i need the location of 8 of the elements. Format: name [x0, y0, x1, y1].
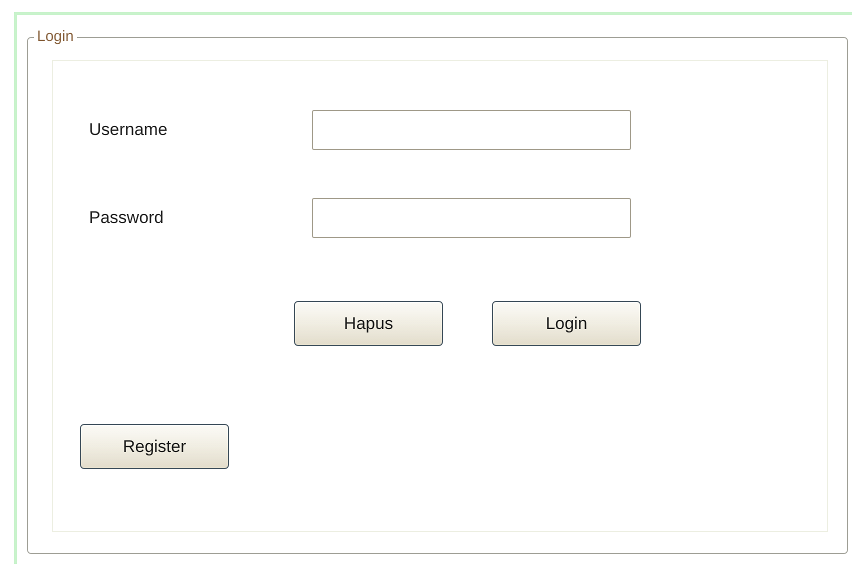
action-button[interactable]: Hapus	[294, 301, 443, 346]
input-field[interactable]	[312, 110, 631, 150]
register-button[interactable]: Register	[80, 424, 229, 469]
field-label: Username	[89, 120, 168, 140]
field-label: Password	[89, 208, 165, 228]
group-title: Login	[34, 28, 77, 45]
action-button[interactable]: Login	[492, 301, 641, 346]
input-field[interactable]	[312, 198, 631, 238]
